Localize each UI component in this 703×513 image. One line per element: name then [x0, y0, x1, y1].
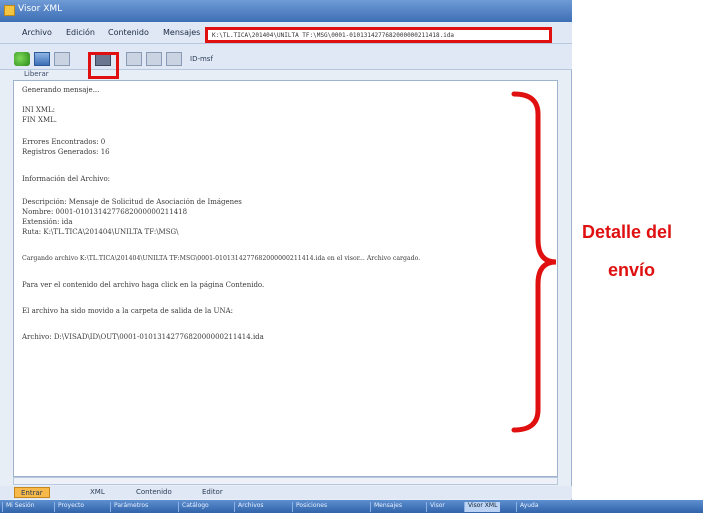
title-bar: Visor XML: [0, 0, 572, 22]
folder-icon[interactable]: [54, 52, 70, 66]
window-title: Visor XML: [18, 4, 63, 14]
run-icon[interactable]: [14, 52, 30, 66]
task-item[interactable]: Mi Sesión: [2, 502, 38, 512]
task-item[interactable]: Proyecto: [54, 502, 87, 512]
taskbar: [0, 500, 703, 513]
log-line: Descripción: Mensaje de Solicitud de Aso…: [22, 198, 242, 206]
log-line: Ruta: K:\TL.TICA\201404\UNILTA TF:\MSG\: [22, 228, 179, 236]
menu-contenido[interactable]: Contenido: [108, 28, 149, 37]
log-line: Extensión: ida: [22, 218, 73, 226]
log-line: Errores Encontrados: 0: [22, 138, 106, 146]
log-line: Nombre: 0001-0101314277682000000211418: [22, 208, 188, 216]
menu-edicion[interactable]: Edición: [66, 28, 95, 37]
annotation-line-1: Detalle del: [582, 222, 673, 242]
log-line: Cargando archivo K:\TL.TICA\201404\UNILT…: [22, 255, 421, 262]
app-window: Visor XML Archivo Edición Contenido Mens…: [0, 0, 572, 513]
bracket-annotation: [511, 91, 557, 433]
task-item[interactable]: Catálogo: [178, 502, 212, 512]
subtab-liberar[interactable]: Liberar: [24, 70, 49, 78]
log-line: El archivo ha sido movido a la carpeta d…: [22, 307, 233, 315]
save-icon[interactable]: [34, 52, 50, 66]
toolbar: [0, 44, 572, 70]
copy-icon[interactable]: [126, 52, 142, 66]
file-path-field[interactable]: K:\TL.TICA\201404\UNILTA TF:\MSG\0001-01…: [205, 27, 552, 43]
print-icon[interactable]: [146, 52, 162, 66]
menu-archivo[interactable]: Archivo: [22, 28, 52, 37]
highlight-box-xml-button: [88, 52, 119, 79]
log-line: Información del Archivo:: [22, 175, 111, 183]
horizontal-scrollbar[interactable]: [13, 477, 558, 485]
tab-editor[interactable]: Editor: [196, 487, 229, 498]
task-item[interactable]: Archivos: [234, 502, 267, 512]
log-line: Registros Generados: 16: [22, 148, 110, 156]
log-line: INI XML:: [22, 106, 56, 114]
settings-icon[interactable]: [166, 52, 182, 66]
app-icon: [4, 5, 15, 16]
log-line: Archivo: D:\VISAD\ID\OUT\0001-0101314277…: [22, 333, 264, 341]
task-item[interactable]: Parámetros: [110, 502, 151, 512]
task-item-active[interactable]: Visor XML: [464, 502, 501, 512]
tab-entrar[interactable]: Entrar: [14, 487, 50, 498]
log-line: Generando mensaje...: [22, 86, 100, 94]
log-line: FIN XML.: [22, 116, 57, 124]
annotation-line-2: envío: [608, 260, 656, 280]
log-line: Para ver el contenido del archivo haga c…: [22, 281, 265, 289]
task-item[interactable]: Posiciones: [292, 502, 330, 512]
task-item[interactable]: Ayuda: [516, 502, 542, 512]
menu-mensajes[interactable]: Mensajes: [163, 28, 200, 37]
task-item[interactable]: Mensajes: [370, 502, 405, 512]
tab-xml[interactable]: XML: [84, 487, 111, 498]
tab-contenido[interactable]: Contenido: [130, 487, 178, 498]
task-item[interactable]: Visor: [426, 502, 448, 512]
toolbar-dropdown-label[interactable]: ID-msf: [190, 55, 213, 63]
